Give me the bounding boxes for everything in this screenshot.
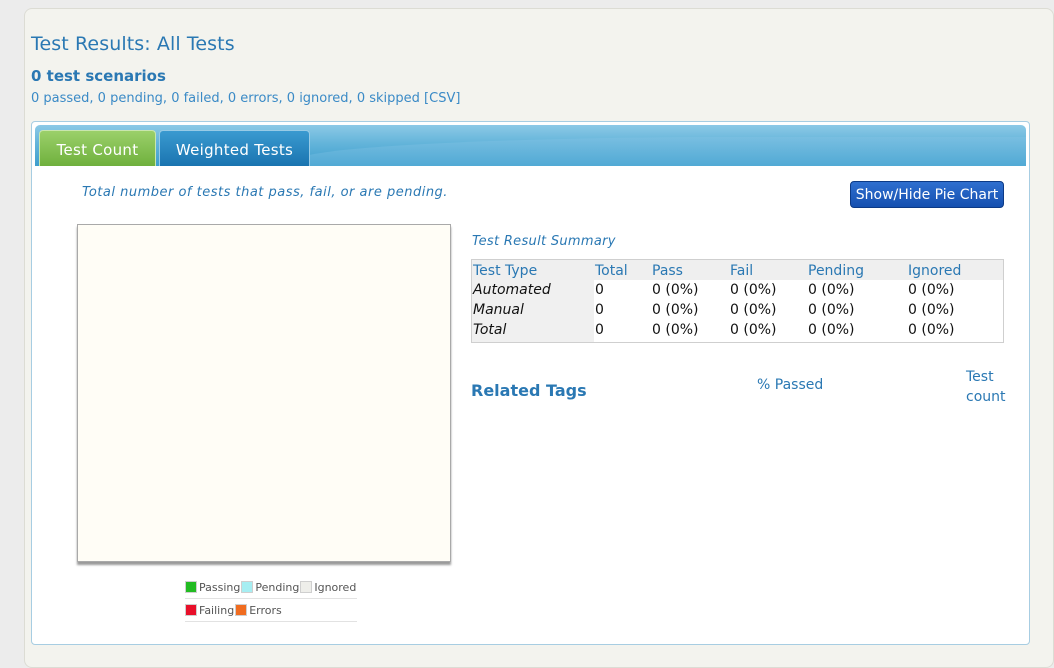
table-cell: 0 (0%) [730, 302, 777, 318]
scenario-count: 0 test scenarios [31, 67, 166, 85]
table-cell: 0 (0%) [808, 282, 855, 298]
table-cell: 0 [595, 302, 604, 318]
table-cell: Manual [471, 300, 594, 320]
legend-label: Errors [249, 603, 282, 617]
percent-passed-header: % Passed [757, 377, 824, 393]
table-cell: 0 (0%) [652, 282, 699, 298]
results-panel: Test Count Weighted Tests Total number o… [31, 121, 1030, 645]
legend-label: Pending [255, 580, 300, 594]
tab-test-count[interactable]: Test Count [39, 130, 156, 166]
table-cell: 0 (0%) [730, 322, 777, 338]
table-row: Automated 0 0 (0%) 0 (0%) 0 (0%) 0 (0%) [471, 280, 1004, 300]
legend-item-errors: Errors [235, 604, 282, 617]
table-cell: 0 (0%) [808, 322, 855, 338]
column-header: Pass [651, 259, 729, 280]
chart-description: Total number of tests that pass, fail, o… [82, 185, 448, 200]
legend-label: Ignored [314, 580, 357, 594]
table-cell: 0 (0%) [808, 302, 855, 318]
legend-row: Passing Pending Ignored [185, 576, 358, 599]
table-cell: Total [471, 320, 594, 343]
table-cell: 0 (0%) [652, 302, 699, 318]
summary-table-title: Test Result Summary [472, 234, 616, 249]
legend-label: Passing [199, 580, 241, 594]
table-cell: 0 [595, 322, 604, 338]
legend-label: Failing [199, 603, 235, 617]
tab-weighted-tests[interactable]: Weighted Tests [159, 130, 310, 166]
table-row: Manual 0 0 (0%) 0 (0%) 0 (0%) 0 (0%) [471, 300, 1004, 320]
legend-item-ignored: Ignored [300, 581, 356, 594]
table-header-row: Test Type Total Pass Fail Pending Ignore… [471, 259, 1004, 280]
column-header: Test Type [471, 259, 594, 280]
table-cell: 0 (0%) [908, 282, 955, 298]
legend-item-failing: Failing [185, 604, 234, 617]
csv-link[interactable]: [CSV] [424, 91, 460, 106]
result-summary-line: 0 passed, 0 pending, 0 failed, 0 errors,… [31, 91, 460, 106]
show-hide-pie-chart-button[interactable]: Show/Hide Pie Chart [850, 181, 1004, 208]
legend-swatch-passing [185, 581, 197, 593]
test-count-header: Test count [966, 367, 1006, 407]
summary-table: Test Type Total Pass Fail Pending Ignore… [471, 259, 1004, 343]
table-cell: 0 (0%) [730, 282, 777, 298]
column-header: Pending [807, 259, 907, 280]
table-cell: 0 (0%) [908, 322, 955, 338]
page-title: Test Results: All Tests [31, 33, 235, 55]
legend-item-passing: Passing [185, 581, 240, 594]
legend-row: Failing Errors [185, 599, 358, 622]
column-header: Fail [729, 259, 807, 280]
related-tags-header: Related Tags % Passed Test count [471, 369, 1011, 421]
legend-item-pending: Pending [241, 581, 299, 594]
column-header: Ignored [907, 259, 1004, 280]
table-cell: 0 [595, 282, 604, 298]
legend-swatch-ignored [300, 581, 313, 593]
table-cell: 0 (0%) [908, 302, 955, 318]
table-cell: Automated [471, 280, 594, 300]
table-cell: 0 (0%) [652, 322, 699, 338]
tab-bar: Test Count Weighted Tests [35, 125, 1026, 166]
legend-swatch-pending [241, 581, 254, 593]
tab-bar-decoration [295, 137, 1026, 166]
pie-chart-area [77, 224, 451, 562]
legend-swatch-failing [185, 604, 197, 616]
legend-swatch-errors [235, 604, 248, 616]
table-row: Total 0 0 (0%) 0 (0%) 0 (0%) 0 (0%) [471, 320, 1004, 343]
test-count-header-line2: count [966, 389, 1006, 405]
result-summary-text: 0 passed, 0 pending, 0 failed, 0 errors,… [31, 91, 420, 106]
related-tags-title: Related Tags [471, 381, 587, 400]
test-count-header-line1: Test [966, 369, 994, 385]
column-header: Total [594, 259, 651, 280]
chart-legend: Passing Pending Ignored Failing Errors [185, 576, 358, 622]
